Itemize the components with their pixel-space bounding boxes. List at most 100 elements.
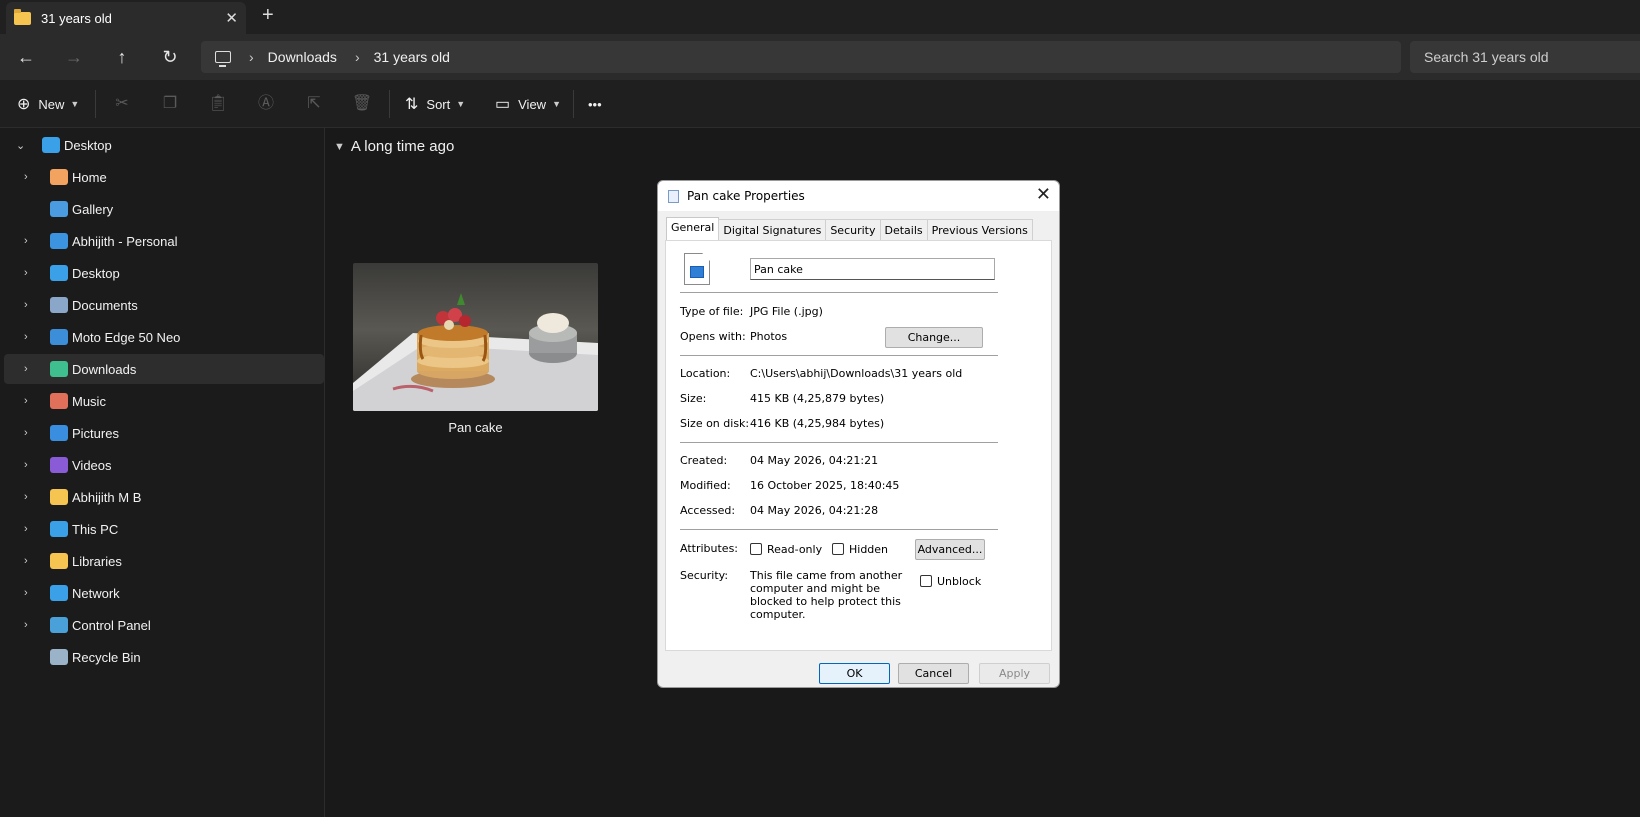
- dialog-title-bar[interactable]: Pan cake Properties: [658, 181, 1059, 211]
- sidebar-item-abhijith-m-b[interactable]: › Abhijith M B: [4, 482, 324, 512]
- file-name-label[interactable]: Pan cake: [353, 420, 598, 435]
- file-thumbnail-pancake[interactable]: [353, 263, 598, 411]
- chevron-right-icon[interactable]: ›: [24, 235, 40, 247]
- sort-icon: ⇅: [405, 96, 419, 113]
- ok-button[interactable]: OK: [819, 663, 890, 684]
- sidebar-item-desktop[interactable]: ⌄ Desktop: [4, 130, 324, 160]
- gallery-icon: [50, 201, 68, 217]
- change-button[interactable]: Change...: [885, 327, 983, 348]
- sidebar-item-downloads[interactable]: › Downloads: [4, 354, 324, 384]
- forward-icon[interactable]: →: [60, 44, 88, 70]
- download-icon: [50, 361, 68, 377]
- readonly-checkbox[interactable]: [750, 543, 762, 555]
- sidebar-item-videos[interactable]: › Videos: [4, 450, 324, 480]
- tab-security[interactable]: Security: [825, 219, 881, 241]
- sidebar-item-label: Downloads: [72, 361, 137, 377]
- sidebar-item-moto-edge-50-neo[interactable]: › Moto Edge 50 Neo: [4, 322, 324, 352]
- new-button[interactable]: ⊕ New ▼: [17, 92, 79, 116]
- delete-icon[interactable]: 🗑︎: [351, 93, 373, 115]
- search-input[interactable]: Search 31 years old: [1410, 41, 1640, 73]
- chevron-down-icon: ▼: [456, 99, 466, 109]
- sidebar-item-libraries[interactable]: › Libraries: [4, 546, 324, 576]
- cancel-button[interactable]: Cancel: [898, 663, 969, 684]
- address-bar[interactable]: › Downloads › 31 years old: [201, 41, 1401, 73]
- sidebar-item-music[interactable]: › Music: [4, 386, 324, 416]
- divider: [389, 90, 390, 118]
- modified-value: 16 October 2025, 18:40:45: [750, 479, 900, 492]
- sidebar-item-abhijith-personal[interactable]: › Abhijith - Personal: [4, 226, 324, 256]
- group-header-label: A long time ago: [350, 138, 455, 155]
- chevron-right-icon[interactable]: ›: [24, 395, 40, 407]
- back-icon[interactable]: ←: [12, 44, 40, 70]
- sidebar-item-label: Videos: [72, 457, 112, 473]
- view-button[interactable]: ▭ View ▼: [495, 92, 561, 116]
- close-icon[interactable]: ✕: [1036, 184, 1051, 205]
- chevron-right-icon[interactable]: ›: [24, 363, 40, 375]
- up-icon[interactable]: ↑: [108, 44, 136, 70]
- chevron-right-icon[interactable]: ›: [24, 555, 40, 567]
- tab-general[interactable]: General: [666, 217, 720, 241]
- file-name-field[interactable]: Pan cake: [750, 258, 995, 280]
- readonly-label[interactable]: Read-only: [767, 543, 822, 556]
- title-bar: 31 years old ✕ +: [0, 0, 1640, 34]
- chevron-down-icon: ▼: [334, 140, 345, 153]
- command-bar: ⊕ New ▼ ✂ ❐ 📋︎ Ⓐ ⇱ 🗑︎ ⇅ Sort ▼ ▭ View ▼ …: [0, 80, 1640, 128]
- chevron-right-icon[interactable]: ›: [24, 299, 40, 311]
- chevron-right-icon[interactable]: ›: [24, 619, 40, 631]
- tab-details[interactable]: Details: [879, 219, 928, 241]
- hidden-checkbox[interactable]: [832, 543, 844, 555]
- chevron-right-icon[interactable]: ›: [249, 49, 254, 65]
- rename-icon[interactable]: Ⓐ: [255, 93, 277, 115]
- sidebar-item-network[interactable]: › Network: [4, 578, 324, 608]
- sidebar-item-recycle-bin[interactable]: Recycle Bin: [4, 642, 324, 672]
- breadcrumb-downloads[interactable]: Downloads: [268, 49, 337, 65]
- sidebar-item-this-pc[interactable]: › This PC: [4, 514, 324, 544]
- chevron-right-icon[interactable]: ›: [24, 331, 40, 343]
- sort-button[interactable]: ⇅ Sort ▼: [405, 92, 465, 116]
- address-row: ← → ↑ ↻ › Downloads › 31 years old Searc…: [0, 34, 1640, 80]
- sidebar-item-desktop[interactable]: › Desktop: [4, 258, 324, 288]
- copy-icon[interactable]: ❐: [159, 93, 181, 115]
- sidebar-item-label: Desktop: [72, 265, 120, 281]
- tab-previous-versions[interactable]: Previous Versions: [926, 219, 1033, 241]
- tab-digital-signatures[interactable]: Digital Signatures: [718, 219, 827, 241]
- more-options-button[interactable]: •••: [588, 92, 602, 116]
- desktop-icon: [42, 137, 60, 153]
- chevron-right-icon[interactable]: ›: [24, 523, 40, 535]
- this-pc-icon[interactable]: [215, 51, 231, 67]
- cut-icon[interactable]: ✂: [111, 93, 133, 115]
- chevron-right-icon[interactable]: ›: [24, 491, 40, 503]
- sidebar-item-gallery[interactable]: Gallery: [4, 194, 324, 224]
- close-tab-icon[interactable]: ✕: [225, 9, 238, 27]
- unblock-checkbox[interactable]: [920, 575, 932, 587]
- share-icon[interactable]: ⇱: [303, 93, 325, 115]
- sidebar-item-documents[interactable]: › Documents: [4, 290, 324, 320]
- sidebar-item-home[interactable]: › Home: [4, 162, 324, 192]
- divider: [680, 355, 998, 356]
- refresh-icon[interactable]: ↻: [156, 44, 184, 70]
- sidebar-item-label: Pictures: [72, 425, 119, 441]
- tab-title: 31 years old: [41, 10, 112, 26]
- chevron-right-icon[interactable]: ›: [24, 459, 40, 471]
- chevron-right-icon[interactable]: ›: [24, 267, 40, 279]
- sidebar-item-label: Network: [72, 585, 120, 601]
- type-value: JPG File (.jpg): [750, 305, 823, 318]
- group-header[interactable]: ▼ A long time ago: [334, 138, 454, 155]
- breadcrumb-31-years-old[interactable]: 31 years old: [374, 49, 450, 65]
- chevron-right-icon[interactable]: ›: [355, 49, 360, 65]
- desktop-icon: [50, 265, 68, 281]
- new-tab-icon[interactable]: +: [262, 4, 274, 27]
- tab-31-years-old[interactable]: 31 years old ✕: [6, 2, 246, 34]
- chevron-down-icon[interactable]: ⌄: [16, 139, 32, 152]
- sidebar-item-control-panel[interactable]: › Control Panel: [4, 610, 324, 640]
- hidden-label[interactable]: Hidden: [849, 543, 888, 556]
- chevron-right-icon[interactable]: ›: [24, 587, 40, 599]
- chevron-right-icon[interactable]: ›: [24, 171, 40, 183]
- apply-button[interactable]: Apply: [979, 663, 1050, 684]
- sidebar-item-pictures[interactable]: › Pictures: [4, 418, 324, 448]
- location-label: Location:: [680, 367, 731, 380]
- unblock-label[interactable]: Unblock: [937, 575, 981, 588]
- advanced-button[interactable]: Advanced...: [915, 539, 985, 560]
- paste-icon[interactable]: 📋︎: [207, 93, 229, 115]
- chevron-right-icon[interactable]: ›: [24, 427, 40, 439]
